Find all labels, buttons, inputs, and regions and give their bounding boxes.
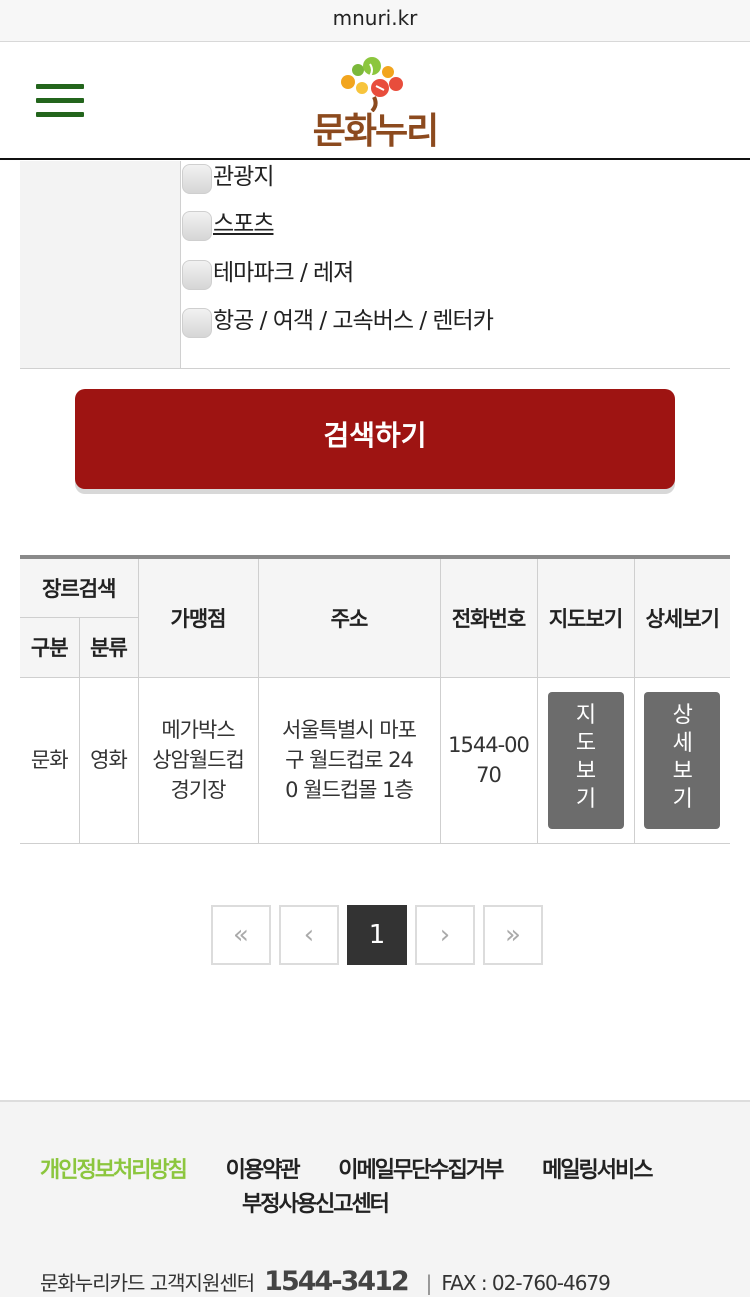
- results-table: 장르검색 가맹점 주소 전화번호 지도보기 상세보기 구분 분류 문화 영화 메…: [20, 555, 730, 844]
- privacy-policy-link[interactable]: 개인정보처리방침: [40, 1158, 188, 1183]
- search-button[interactable]: 검색하기: [75, 389, 675, 489]
- button-char: 세: [672, 730, 693, 756]
- next-page-button[interactable]: ›: [415, 905, 475, 965]
- genre-filter-panel: [20, 161, 730, 369]
- button-char: 보: [575, 758, 596, 784]
- filter-option-tourism[interactable]: 관광지: [182, 158, 274, 194]
- phone-cell: 1544-00 70: [439, 676, 538, 844]
- button-char: 기: [575, 786, 596, 812]
- category-header: 구분: [20, 616, 80, 678]
- filter-option-label: 관광지: [213, 164, 274, 190]
- genre-search-header: 장르검색: [20, 556, 139, 618]
- store-header: 가맹점: [137, 556, 259, 678]
- button-char: 지: [575, 702, 596, 728]
- filter-option-label: 테마파크 / 레져: [213, 260, 354, 286]
- table-row: 문화 영화 메가박스 상암월드컵 경기장 서울특별시 마포 구 월드컵로 24 …: [20, 676, 730, 844]
- footer-contact: 문화누리카드 고객지원센터 1544-3412 | FAX : 02-760-4679: [40, 1266, 611, 1297]
- address-header: 주소: [257, 556, 441, 678]
- filter-option-label: 스포츠: [213, 211, 274, 237]
- menu-icon[interactable]: [36, 84, 84, 122]
- button-char: 도: [575, 730, 596, 756]
- map-header: 지도보기: [536, 556, 635, 678]
- pagination: « ‹ 1 › »: [211, 905, 551, 965]
- store-line: 메가박스: [161, 718, 235, 742]
- store-line: 경기장: [170, 778, 227, 802]
- filter-label-cell: [20, 161, 181, 368]
- site-footer: 개인정보처리방침 이용약관 이메일무단수집거부 메일링서비스 부정사용신고센터 …: [0, 1100, 750, 1297]
- terms-link[interactable]: 이용약관: [226, 1158, 301, 1183]
- address-line: 구 월드컵로 24: [285, 748, 414, 772]
- footer-links: 개인정보처리방침 이용약관 이메일무단수집거부 메일링서비스 부정사용신고센터: [40, 1154, 720, 1222]
- detail-view-button[interactable]: 상 세 보 기: [644, 691, 721, 829]
- filter-option-transport[interactable]: 항공 / 여객 / 고속버스 / 렌터카: [182, 302, 494, 338]
- store-line: 상암월드컵: [152, 748, 245, 772]
- first-page-button[interactable]: «: [211, 905, 271, 965]
- button-char: 기: [672, 786, 693, 812]
- browser-url-bar[interactable]: mnuri.kr: [0, 0, 750, 42]
- address-line: 서울특별시 마포: [282, 718, 417, 742]
- current-page-button[interactable]: 1: [347, 905, 407, 965]
- site-header: 문화누리: [0, 42, 750, 160]
- address-cell: 서울특별시 마포 구 월드컵로 24 0 월드컵몰 1층: [257, 676, 441, 844]
- button-char: 상: [672, 702, 693, 728]
- fax-number: FAX : 02-760-4679: [441, 1271, 610, 1295]
- support-phone[interactable]: 1544-3412: [264, 1266, 409, 1297]
- filter-option-sports[interactable]: 스포츠: [182, 205, 274, 241]
- button-char: 보: [672, 758, 693, 784]
- address-line: 0 월드컵몰 1층: [285, 778, 414, 802]
- store-cell: 메가박스 상암월드컵 경기장: [137, 676, 259, 844]
- checkbox[interactable]: [182, 260, 212, 290]
- fraud-report-link[interactable]: 부정사용신고센터: [242, 1192, 390, 1217]
- prev-page-button[interactable]: ‹: [279, 905, 339, 965]
- map-cell: 지 도 보 기: [536, 676, 635, 844]
- category-cell: 문화: [20, 676, 80, 844]
- site-logo[interactable]: 문화누리: [300, 52, 450, 152]
- filter-option-themepark[interactable]: 테마파크 / 레져: [182, 254, 354, 290]
- phone-line: 70: [476, 763, 502, 787]
- url-text: mnuri.kr: [332, 6, 418, 30]
- map-view-button[interactable]: 지 도 보 기: [547, 691, 624, 829]
- phone-header: 전화번호: [439, 556, 538, 678]
- detail-header: 상세보기: [633, 556, 730, 678]
- support-center-label: 문화누리카드 고객지원센터: [40, 1271, 255, 1295]
- detail-cell: 상 세 보 기: [633, 676, 730, 844]
- email-refusal-link[interactable]: 이메일무단수집거부: [338, 1158, 504, 1183]
- type-header: 분류: [78, 616, 138, 678]
- separator: |: [425, 1271, 433, 1295]
- phone-line: 1544-00: [448, 733, 530, 757]
- last-page-button[interactable]: »: [483, 905, 543, 965]
- logo-text: 문화누리: [312, 111, 439, 152]
- checkbox[interactable]: [182, 211, 212, 241]
- mailing-service-link[interactable]: 메일링서비스: [542, 1158, 653, 1183]
- filter-option-label: 항공 / 여객 / 고속버스 / 렌터카: [213, 308, 494, 334]
- type-cell: 영화: [78, 676, 139, 844]
- checkbox[interactable]: [182, 308, 212, 338]
- checkbox[interactable]: [182, 164, 212, 194]
